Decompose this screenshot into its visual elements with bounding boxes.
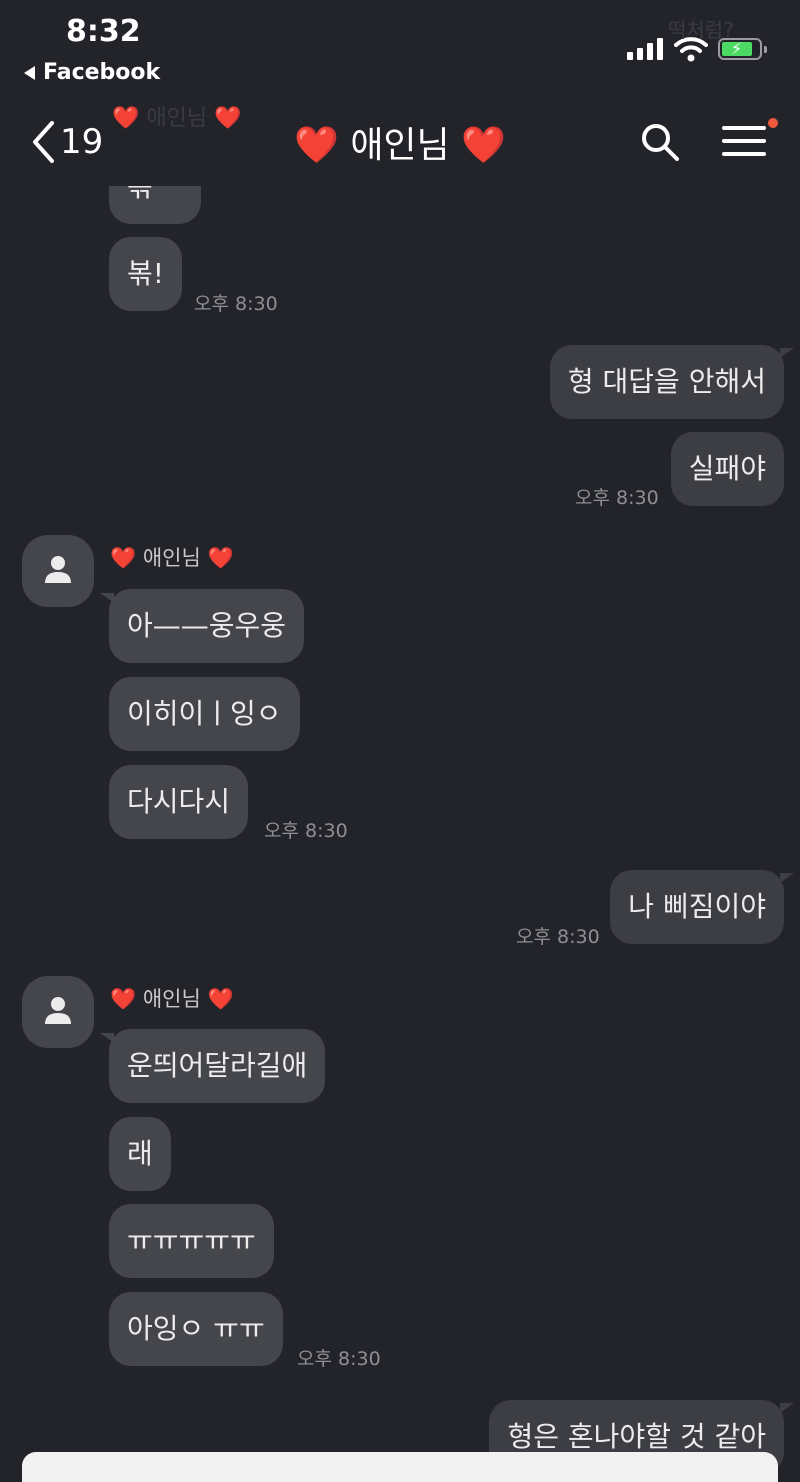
message-timestamp: 오후 8:30: [575, 487, 659, 509]
chat-header: 19 ❤️ 애인님 ❤️: [0, 100, 800, 180]
status-time: 8:32: [66, 14, 141, 49]
message-timestamp: 오후 8:30: [297, 1348, 381, 1370]
back-to-app-link[interactable]: Facebook: [24, 60, 160, 85]
message-timestamp: 오후 8:30: [194, 293, 278, 315]
message-bubble-partner[interactable]: 아——웅우웅: [109, 589, 305, 663]
sender-name: ❤️ 애인님 ❤️: [110, 546, 234, 570]
avatar-person-icon: [45, 997, 71, 1024]
message-bubble-partner[interactable]: 아잉ㅇ ㅠㅠ: [109, 1292, 283, 1366]
avatar[interactable]: [22, 535, 94, 607]
message-bubble-me[interactable]: 나 삐짐이야: [610, 870, 784, 944]
menu-icon[interactable]: [722, 118, 778, 160]
search-icon[interactable]: [640, 122, 680, 162]
message-bubble-partner[interactable]: 다시다시: [109, 765, 249, 839]
ghost-text-top: 떡처럼?: [668, 18, 734, 42]
avatar[interactable]: [22, 976, 94, 1048]
back-triangle-icon: [24, 65, 35, 80]
message-bubble-partner[interactable]: ㅠㅠㅠㅠㅠ: [109, 1204, 274, 1278]
notification-dot: [768, 118, 778, 128]
bubble-tail: [780, 348, 794, 358]
message-bubble-me[interactable]: 실패야: [670, 432, 784, 506]
message-bubble-me[interactable]: 형 대답을 안해서: [549, 345, 784, 419]
bubble-tail: [780, 1403, 794, 1413]
message-timestamp: 오후 8:30: [516, 926, 600, 948]
message-bubble-partner[interactable]: 운띄어달라길애: [109, 1029, 326, 1103]
message-bubble-partner[interactable]: 볶!: [109, 237, 182, 311]
cellular-signal-icon: [627, 38, 663, 60]
message-bubble-partner[interactable]: 이히이ㅣ잉ㅇ: [109, 677, 300, 751]
back-app-label: Facebook: [43, 60, 161, 85]
sender-name: ❤️ 애인님 ❤️: [110, 987, 234, 1011]
bottom-sheet-edge: [22, 1452, 778, 1482]
message-bubble-partner[interactable]: 래: [109, 1117, 171, 1191]
message-timestamp: 오후 8:30: [264, 820, 348, 842]
avatar-person-icon: [45, 556, 71, 583]
bubble-tail: [780, 873, 794, 883]
chat-title: ❤️ 애인님 ❤️: [294, 125, 506, 166]
